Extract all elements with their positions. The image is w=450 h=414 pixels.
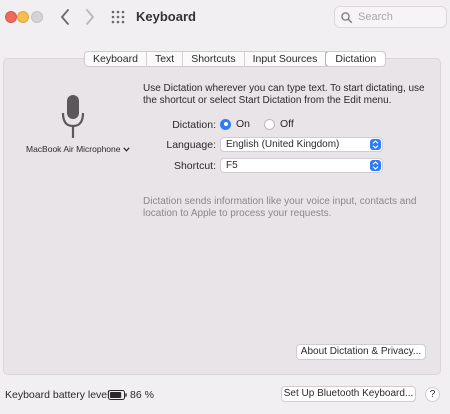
- tab-input-sources[interactable]: Input Sources: [245, 52, 327, 66]
- back-button[interactable]: [57, 8, 73, 26]
- about-dictation-privacy-button[interactable]: About Dictation & Privacy...: [296, 344, 426, 360]
- shortcut-value: F5: [226, 160, 238, 171]
- tab-shortcuts[interactable]: Shortcuts: [183, 52, 245, 66]
- search-input[interactable]: [358, 11, 438, 23]
- forward-button[interactable]: [82, 8, 98, 26]
- dictation-label: Dictation:: [172, 119, 216, 131]
- tab-bar: Keyboard Text Shortcuts Input Sources Di…: [84, 51, 387, 67]
- shortcut-label: Shortcut:: [173, 160, 216, 172]
- language-label: Language:: [166, 139, 216, 151]
- language-select[interactable]: English (United Kingdom): [220, 137, 383, 152]
- setup-bluetooth-keyboard-button[interactable]: Set Up Bluetooth Keyboard...: [281, 386, 416, 402]
- language-value: English (United Kingdom): [226, 139, 340, 150]
- show-all-button[interactable]: [111, 10, 125, 24]
- dictation-on-radio[interactable]: [220, 118, 231, 130]
- shortcut-select[interactable]: F5: [220, 158, 383, 173]
- window-title: Keyboard: [136, 9, 196, 24]
- updown-arrows-icon: [370, 139, 381, 150]
- chevron-down-icon: [123, 147, 130, 152]
- dictation-description: Use Dictation wherever you can type text…: [143, 83, 425, 106]
- search-icon: [341, 11, 352, 23]
- battery-percentage: 86 %: [130, 389, 154, 401]
- help-button[interactable]: ?: [425, 387, 440, 402]
- close-window-button[interactable]: [5, 11, 17, 23]
- tab-dictation[interactable]: Dictation: [325, 52, 386, 66]
- dictation-off-label: Off: [280, 118, 294, 130]
- dictation-off-radio[interactable]: [264, 118, 276, 130]
- dictation-on-label: On: [236, 118, 251, 130]
- battery-level-label: Keyboard battery level:: [5, 389, 113, 401]
- chevron-left-icon: [61, 9, 69, 25]
- updown-arrows-icon: [370, 160, 381, 171]
- tab-text[interactable]: Text: [147, 52, 184, 66]
- chevron-right-icon: [86, 9, 94, 25]
- privacy-note: Dictation sends information like your vo…: [143, 196, 417, 219]
- zoom-window-button[interactable]: [31, 11, 43, 23]
- tab-keyboard[interactable]: Keyboard: [85, 52, 147, 66]
- dictation-radio-group: On Off: [220, 118, 308, 130]
- microphone-icon: [61, 95, 85, 138]
- grid-icon: [111, 10, 125, 24]
- search-field[interactable]: [334, 6, 447, 28]
- battery-icon: [108, 390, 127, 400]
- microphone-source-menu[interactable]: MacBook Air Microphone: [26, 144, 130, 154]
- minimize-window-button[interactable]: [17, 11, 29, 23]
- microphone-source-label: MacBook Air Microphone: [26, 144, 121, 154]
- title-bar: Keyboard: [0, 0, 450, 34]
